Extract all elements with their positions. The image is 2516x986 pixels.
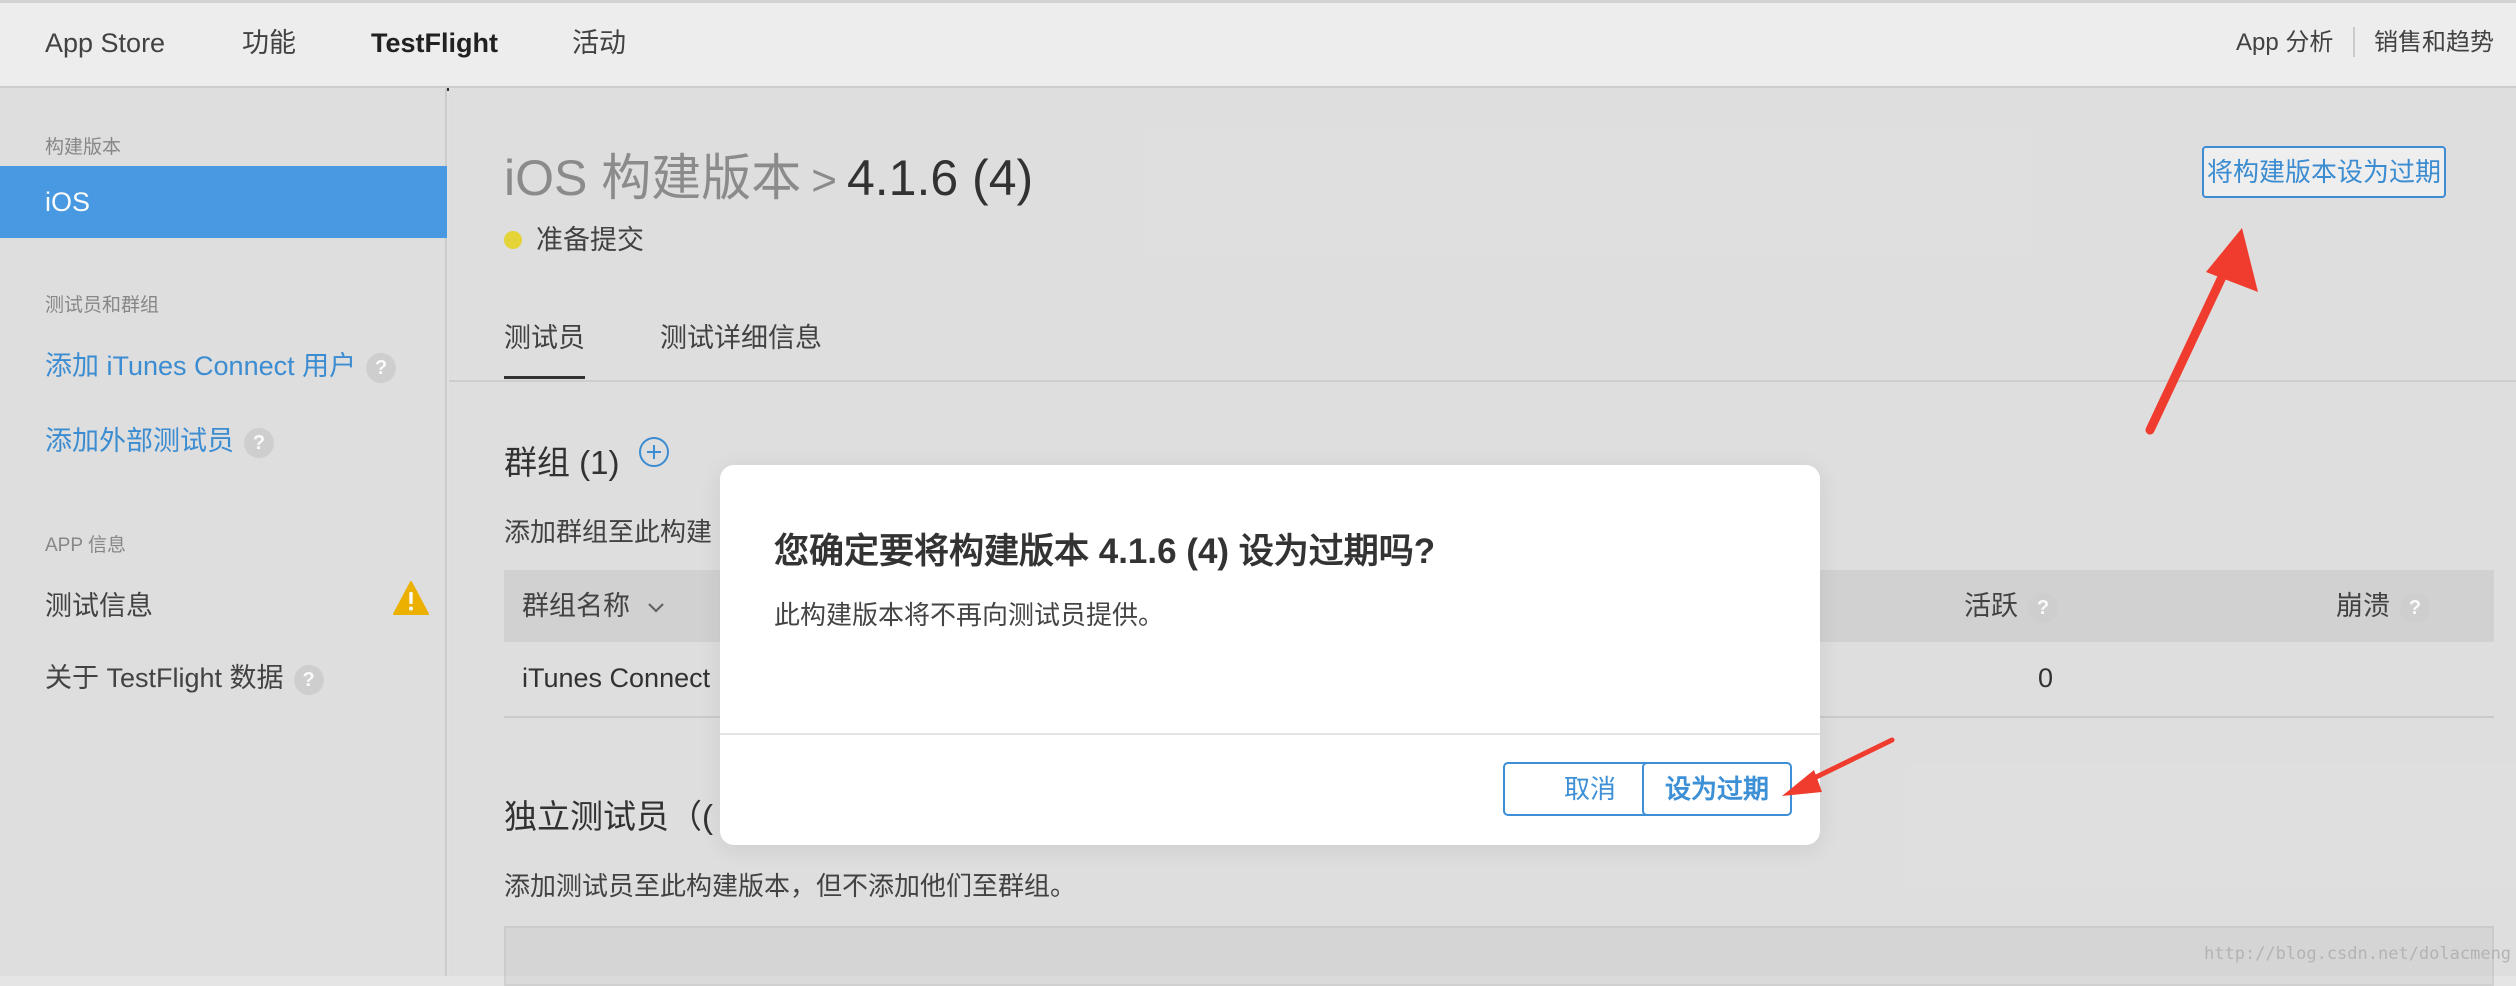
dialog-divider bbox=[720, 733, 1820, 735]
confirm-expire-button[interactable]: 设为过期 bbox=[1642, 762, 1792, 816]
dialog-title: 您确定要将构建版本 4.1.6 (4) 设为过期吗? bbox=[774, 532, 1436, 571]
expire-confirm-dialog: 您确定要将构建版本 4.1.6 (4) 设为过期吗? 此构建版本将不再向测试员提… bbox=[720, 465, 1820, 845]
watermark: http://blog.csdn.net/dolacmeng bbox=[2204, 944, 2512, 964]
dialog-message: 此构建版本将不再向测试员提供。 bbox=[774, 600, 1165, 630]
